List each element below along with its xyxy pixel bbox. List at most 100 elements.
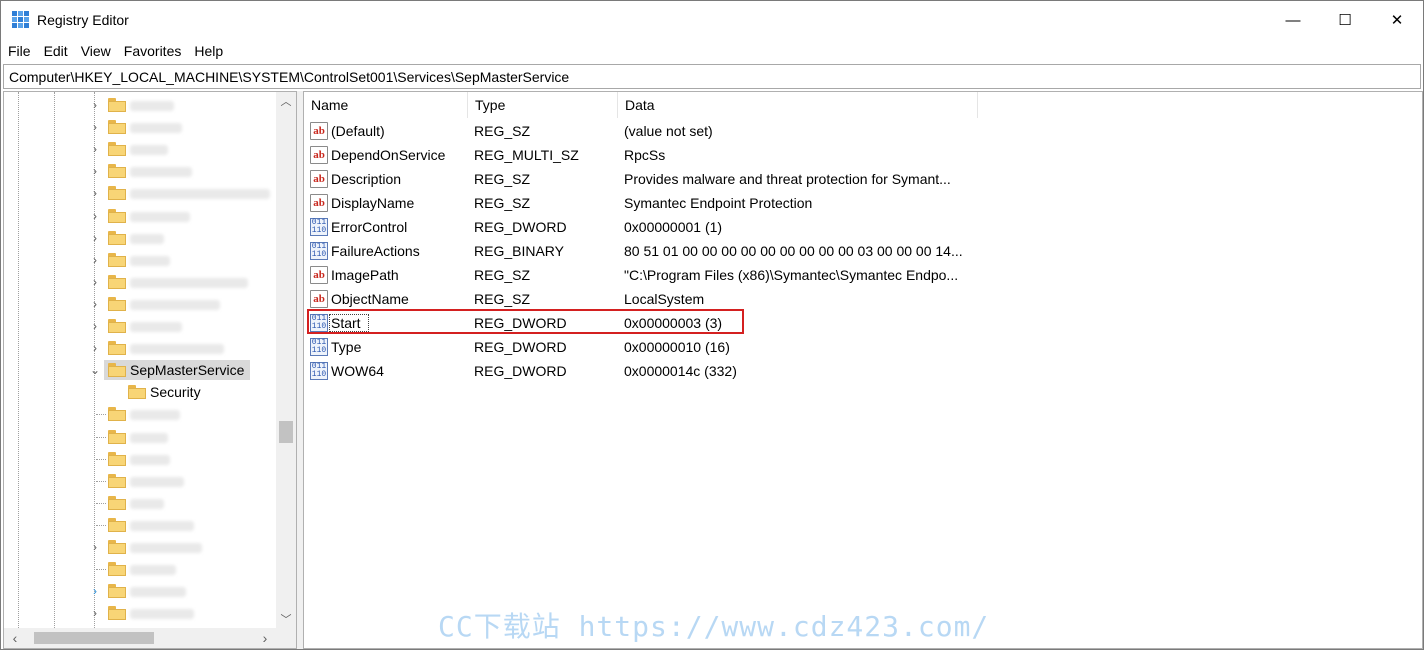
tree-item-sepmasterservice[interactable]: ⌄ SepMasterService xyxy=(4,359,276,381)
tree-connector-line xyxy=(96,480,106,482)
expand-arrow-icon[interactable]: › xyxy=(88,249,102,271)
string-value-icon: ab xyxy=(310,194,328,212)
tree-vertical-scrollbar[interactable]: ︿ ﹀ xyxy=(276,92,296,628)
tree-item-label-redacted xyxy=(130,101,174,111)
tree-item[interactable] xyxy=(4,403,276,425)
folder-icon xyxy=(108,473,126,488)
registry-value-row[interactable]: ab (Default) REG_SZ (value not set) xyxy=(304,119,1422,143)
tree-item[interactable]: › xyxy=(4,602,276,624)
tree-item-label-redacted xyxy=(130,167,192,178)
expand-arrow-icon[interactable]: › xyxy=(88,580,102,602)
expand-arrow-icon[interactable]: › xyxy=(88,227,102,249)
value-data: "C:\Program Files (x86)\Symantec\Symante… xyxy=(624,267,959,283)
expand-arrow-icon[interactable]: › xyxy=(88,182,102,204)
tree-item-label-redacted xyxy=(130,189,270,200)
expand-arrow-icon[interactable]: › xyxy=(88,536,102,558)
registry-value-row[interactable]: 011 110 ErrorControl REG_DWORD 0x00000001 (1… xyxy=(304,215,1422,239)
expand-arrow-icon[interactable]: › xyxy=(88,138,102,160)
registry-value-row[interactable]: ab Description REG_SZ Provides malware and … xyxy=(304,167,1422,191)
expand-arrow-icon[interactable]: › xyxy=(88,94,102,116)
menu-file[interactable]: File xyxy=(1,43,37,59)
tree-item[interactable]: › xyxy=(4,271,276,293)
tree-item[interactable]: › xyxy=(4,138,276,160)
maximize-button[interactable]: ☐ xyxy=(1319,1,1371,39)
expand-arrow-icon[interactable]: › xyxy=(88,315,102,337)
column-header-type[interactable]: Type xyxy=(468,92,618,118)
tree-hscroll-thumb[interactable] xyxy=(34,632,154,644)
registry-value-row[interactable]: ab ObjectName REG_SZ LocalSystem xyxy=(304,287,1422,311)
scroll-left-icon[interactable]: ‹ xyxy=(6,628,24,648)
address-bar[interactable]: Computer\HKEY_LOCAL_MACHINE\SYSTEM\Contr… xyxy=(3,64,1421,89)
value-type: REG_SZ xyxy=(474,195,531,211)
expand-arrow-icon[interactable]: › xyxy=(88,602,102,624)
expand-arrow-icon[interactable]: › xyxy=(88,271,102,293)
tree-item[interactable]: › xyxy=(4,94,276,116)
expand-arrow-icon[interactable]: › xyxy=(88,116,102,138)
tree-item-label-redacted xyxy=(130,410,180,421)
folder-icon xyxy=(108,274,126,289)
folder-icon xyxy=(108,407,126,422)
menu-edit[interactable]: Edit xyxy=(37,43,74,59)
values-list-pane[interactable]: Name Type Data ab (Default) REG_SZ (value n… xyxy=(303,91,1423,649)
registry-value-row[interactable]: 011 110 FailureActions REG_BINARY 80 51 01 0… xyxy=(304,239,1422,263)
string-value-icon: ab xyxy=(310,122,328,140)
value-type: REG_SZ xyxy=(474,123,531,139)
scroll-right-icon[interactable]: › xyxy=(256,628,274,648)
tree-item[interactable]: › xyxy=(4,536,276,558)
tree-item[interactable]: › xyxy=(4,337,276,359)
value-name: DependOnService xyxy=(331,147,446,163)
registry-value-row[interactable]: ab DependOnService REG_MULTI_SZ RpcSs xyxy=(304,143,1422,167)
menu-view[interactable]: View xyxy=(74,43,117,59)
registry-value-row[interactable]: ab ImagePath REG_SZ "C:\Program Files (x86)… xyxy=(304,263,1422,287)
tree-horizontal-scrollbar[interactable]: ‹ › xyxy=(4,628,276,648)
collapse-arrow-icon[interactable]: ⌄ xyxy=(88,359,102,381)
value-type: REG_DWORD xyxy=(474,339,567,355)
menu-favorites[interactable]: Favorites xyxy=(117,43,188,59)
tree-item[interactable] xyxy=(4,558,276,580)
folder-icon xyxy=(108,451,126,466)
registry-editor-window: Registry Editor — ☐ ✕ File Edit View Fav… xyxy=(0,0,1424,650)
expand-arrow-icon[interactable]: › xyxy=(88,160,102,182)
tree-item[interactable]: › xyxy=(4,160,276,182)
menu-help[interactable]: Help xyxy=(187,43,229,59)
tree-item[interactable]: › xyxy=(4,293,276,315)
tree-item-label-redacted xyxy=(130,498,164,509)
column-header-name[interactable]: Name xyxy=(304,92,468,118)
key-tree-pane[interactable]: › › › › › › › › › › › › ⌄ SepMasterService Security › › ›… xyxy=(3,91,297,649)
title-bar[interactable]: Registry Editor — ☐ ✕ xyxy=(1,1,1423,39)
tree-item[interactable] xyxy=(4,514,276,536)
value-type: REG_DWORD xyxy=(474,363,567,379)
expand-arrow-icon[interactable]: › xyxy=(88,205,102,227)
tree-item[interactable] xyxy=(4,448,276,470)
binary-value-icon: 011 110 xyxy=(310,218,328,236)
column-header-data[interactable]: Data xyxy=(618,92,978,118)
tree-item[interactable]: › xyxy=(4,116,276,138)
minimize-button[interactable]: — xyxy=(1267,1,1319,39)
tree-item[interactable]: › xyxy=(4,580,276,602)
expand-arrow-icon[interactable]: › xyxy=(88,337,102,359)
tree-item[interactable]: › xyxy=(4,315,276,337)
tree-item[interactable] xyxy=(4,470,276,492)
binary-value-icon: 011 110 xyxy=(310,338,328,356)
value-type: REG_DWORD xyxy=(474,219,567,235)
tree-item-label-redacted xyxy=(130,454,170,465)
tree-item[interactable]: › xyxy=(4,205,276,227)
registry-value-row[interactable]: ab DisplayName REG_SZ Symantec Endpoint Pro… xyxy=(304,191,1422,215)
tree-item[interactable] xyxy=(4,426,276,448)
registry-value-row[interactable]: 011 110 Type REG_DWORD 0x00000010 (16) xyxy=(304,335,1422,359)
maximize-icon: ☐ xyxy=(1338,12,1352,29)
tree-item-label-redacted xyxy=(130,277,248,288)
scroll-up-icon[interactable]: ︿ xyxy=(276,92,296,110)
close-button[interactable]: ✕ xyxy=(1371,1,1423,39)
tree-item[interactable]: › xyxy=(4,227,276,249)
tree-vscroll-thumb[interactable] xyxy=(279,421,293,443)
tree-item[interactable]: › xyxy=(4,249,276,271)
registry-value-row[interactable]: 011 110 WOW64 REG_DWORD 0x0000014c (332) xyxy=(304,359,1422,383)
registry-editor-icon xyxy=(12,11,29,28)
expand-arrow-icon[interactable]: › xyxy=(88,293,102,315)
tree-item-security[interactable]: Security xyxy=(4,381,276,403)
tree-item[interactable] xyxy=(4,492,276,514)
tree-item-label-redacted xyxy=(130,322,182,332)
tree-item[interactable]: › xyxy=(4,182,276,204)
folder-icon xyxy=(108,296,126,311)
